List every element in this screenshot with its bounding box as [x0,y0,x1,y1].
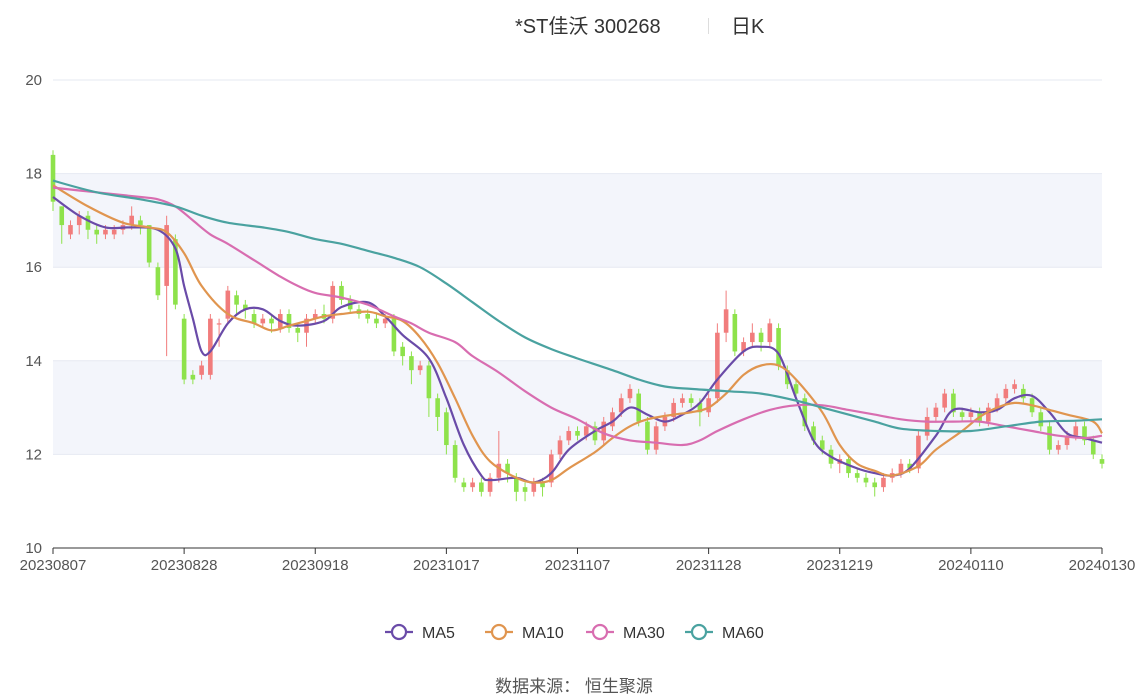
candle-body [435,398,440,417]
x-tick-label: 20231128 [676,557,742,574]
candle-body [295,328,301,333]
candle-body [1003,388,1009,399]
candle-body [103,229,108,235]
candle-body [916,435,921,469]
y-tick-label: 12 [25,446,42,463]
grid-band [53,173,1102,268]
candle-body [872,482,878,488]
x-tick-label: 20230807 [20,557,87,574]
candle-body [688,398,694,403]
candle-body [924,416,930,436]
data-source-note: 数据来源： 恒生聚源 [495,677,653,696]
x-tick-label: 20240130 [1069,557,1136,574]
candle-body [933,407,939,417]
candle-body [750,332,755,343]
candle-body [111,229,117,235]
candle-body [767,323,773,343]
candle-body [732,314,738,352]
candle-body [479,482,484,492]
x-tick-label: 20230918 [282,557,349,574]
candle-body [706,398,711,413]
y-tick-label: 10 [25,540,42,557]
candle-body [146,225,152,263]
candle-body [514,477,519,492]
candle-body [269,318,274,324]
candle-body [1073,426,1079,436]
candle-body [575,431,580,436]
candle-body [452,445,458,478]
legend-label-ma5: MA5 [422,625,455,642]
x-tick-label: 20240110 [938,557,1004,574]
candle-body [234,295,239,305]
candle-body [1055,445,1061,450]
y-tick-label: 16 [25,259,42,276]
candle-body [190,374,196,380]
legend-label-ma10: MA10 [522,625,564,642]
legend-marker-ma30 [591,623,609,641]
x-tick-label: 20231107 [545,557,611,574]
candle-body [942,393,947,408]
candle-body [374,318,379,324]
candle-body [653,426,659,450]
x-tick-label: 20231017 [413,557,480,574]
x-tick-label: 20230828 [151,557,218,574]
x-tick-label: 20231219 [806,557,873,574]
candle-body [715,332,720,399]
candle-body [627,388,633,399]
candle-body [365,314,370,319]
candle-body [444,412,449,446]
y-tick-label: 20 [25,72,42,89]
candle-body [776,328,781,366]
candle-body [417,365,423,371]
candle-body [68,225,73,235]
candle-body [85,215,91,230]
candle-body [854,473,860,478]
candle-body [470,482,475,488]
legend-marker-ma60 [690,623,708,641]
candle-body [959,412,965,417]
candle-body [680,398,685,403]
candle-body [863,477,869,483]
y-tick-label: 18 [25,166,42,183]
candle-body [968,412,974,417]
candle-body [881,477,886,488]
candle-body [566,431,572,441]
candle-body [557,440,563,455]
candle-body [216,323,222,325]
candle-body [531,482,537,492]
candle-body [94,229,100,235]
candle-body [645,421,650,450]
candle-body [208,318,213,375]
legend-label-ma30: MA30 [623,625,665,642]
candle-body [461,482,467,488]
candle-body [50,154,56,202]
candle-body [260,318,266,324]
candle-body [155,267,161,296]
candle-body [59,206,65,226]
candle-body [138,220,143,226]
legend-marker-ma5 [390,623,408,641]
candle-body [636,393,641,422]
candle-body [898,463,904,474]
kline-chart: 10 12 14 16 18 20 20230807 20230828 20230918 2023… [20,72,1136,642]
candle-body [409,356,414,371]
candle-body [618,398,624,413]
candle-body [1090,440,1096,455]
candle-body [181,318,187,380]
legend-marker-ma10 [490,623,508,641]
candle-body [199,365,204,375]
candle-body [1099,459,1105,464]
candle-body [723,309,729,333]
candle-body [1012,384,1017,389]
candle-body [1038,412,1044,427]
y-tick-label: 14 [25,353,42,370]
candle-body [758,332,764,343]
candle-body [426,365,432,399]
candle-body [1047,426,1052,450]
legend-label-ma60: MA60 [722,625,764,642]
candle-body [400,346,405,357]
candle-body [522,487,528,492]
